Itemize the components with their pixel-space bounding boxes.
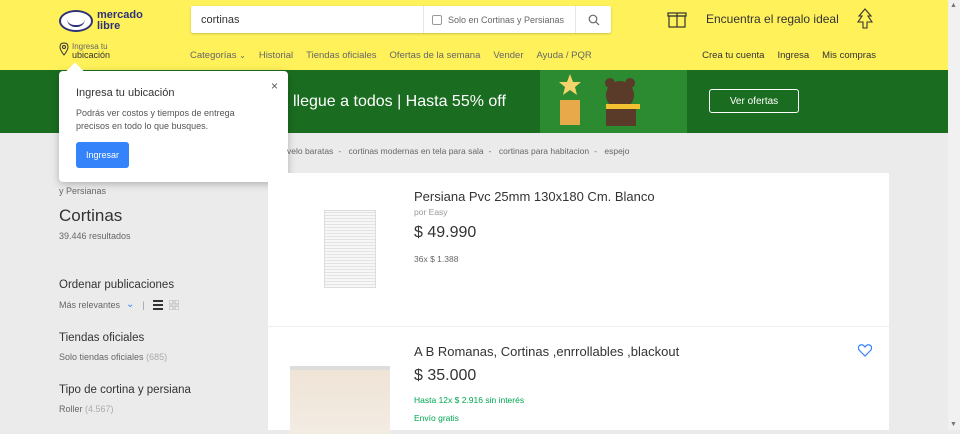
result-card[interactable]: Persiana Pvc 25mm 130x180 Cm. Blanco por… xyxy=(268,173,889,326)
location-line2: ubicación xyxy=(72,50,111,60)
promo-text[interactable]: Encuentra el regalo ideal xyxy=(706,12,839,26)
nav-categorias[interactable]: Categorías ⌄ xyxy=(190,50,246,61)
nav-vender[interactable]: Vender xyxy=(493,50,523,61)
type-filter-roller[interactable]: Roller (4.567) xyxy=(59,404,259,414)
search-filter-checkbox[interactable]: Solo en Cortinas y Persianas xyxy=(423,6,582,33)
product-installments: 36x $ 1.388 xyxy=(414,254,459,264)
free-shipping-label: Envío gratis xyxy=(414,413,459,423)
close-icon[interactable]: × xyxy=(271,79,278,93)
page-scrollbar[interactable]: ▲ ▼ xyxy=(948,0,960,430)
list-view-icon[interactable] xyxy=(152,299,163,310)
location-selector[interactable]: Ingresa tu ubicación xyxy=(59,42,110,60)
checkbox-icon[interactable] xyxy=(432,14,442,25)
nav-ayuda[interactable]: Ayuda / PQR xyxy=(537,50,592,61)
main-nav: Categorías ⌄ Historial Tiendas oficiales… xyxy=(190,50,592,61)
sort-dropdown[interactable]: Más relevantes xyxy=(59,300,120,310)
sidebar-breadcrumb[interactable]: y Persianas xyxy=(59,186,259,196)
banner-illustration xyxy=(540,70,687,133)
ingresar-button[interactable]: Ingresar xyxy=(76,142,129,168)
product-image[interactable] xyxy=(290,366,390,434)
product-title[interactable]: Persiana Pvc 25mm 130x180 Cm. Blanco xyxy=(414,189,655,204)
nav-ofertas[interactable]: Ofertas de la semana xyxy=(390,50,481,61)
page-title: Cortinas xyxy=(59,206,123,225)
search-filter-label: Solo en Cortinas y Persianas xyxy=(448,14,565,25)
sort-heading: Ordenar publicaciones xyxy=(59,279,175,291)
product-installments: Hasta 12x $ 2.916 sin interés xyxy=(414,395,525,405)
results-count: 39.446 resultados xyxy=(59,231,131,241)
chevron-down-icon: ⌄ xyxy=(239,51,246,60)
create-account-link[interactable]: Crea tu cuenta xyxy=(702,50,764,61)
official-stores-heading: Tiendas oficiales xyxy=(59,332,145,344)
user-nav: Crea tu cuenta Ingresa Mis compras xyxy=(702,50,876,61)
nav-tiendas-oficiales[interactable]: Tiendas oficiales xyxy=(306,50,376,61)
bear-gift-illustration xyxy=(559,74,640,126)
scroll-down-icon[interactable]: ▼ xyxy=(950,421,957,428)
official-stores-filter[interactable]: Solo tiendas oficiales (685) xyxy=(59,352,259,362)
sort-row: Más relevantes ⌄ | xyxy=(59,299,259,310)
related-search-item[interactable]: velo baratas xyxy=(287,146,333,156)
logo-text-line2: libre xyxy=(97,20,121,32)
scroll-up-icon[interactable]: ▲ xyxy=(950,2,957,9)
popup-body: Podrás ver costos y tiempos de entrega p… xyxy=(76,108,235,131)
chevron-down-icon[interactable]: ⌄ xyxy=(126,299,134,310)
heart-icon[interactable] xyxy=(858,344,872,357)
related-search-item[interactable]: espejo xyxy=(604,146,629,156)
christmas-tree-icon xyxy=(856,8,874,29)
gift-icon[interactable] xyxy=(667,9,687,29)
ver-ofertas-button[interactable]: Ver ofertas xyxy=(709,89,799,113)
location-pin-icon xyxy=(59,42,69,56)
search-bar: Solo en Cortinas y Persianas xyxy=(191,6,611,33)
my-purchases-link[interactable]: Mis compras xyxy=(822,50,876,61)
banner-text: llegue a todos | Hasta 55% off xyxy=(293,93,506,110)
header: mercado libre Solo en Cortinas y Persian… xyxy=(0,0,948,70)
related-search-item[interactable]: cortinas para habitacion xyxy=(499,146,589,156)
product-price: $ 35.000 xyxy=(414,367,477,384)
related-searches: velo baratas - cortinas modernas en tela … xyxy=(287,146,630,156)
product-title[interactable]: A B Romanas, Cortinas ,enrrollables ,bla… xyxy=(414,344,679,359)
product-image[interactable] xyxy=(324,210,376,288)
search-icon xyxy=(588,14,599,25)
grid-view-icon[interactable] xyxy=(168,299,179,310)
search-button[interactable] xyxy=(575,6,611,33)
filters-sidebar: y Persianas Cortinas 39.446 resultados O… xyxy=(59,186,259,414)
handshake-icon xyxy=(59,10,93,32)
results-list: Persiana Pvc 25mm 130x180 Cm. Blanco por… xyxy=(268,173,889,434)
location-popup: Ingresa tu ubicación × Podrás ver costos… xyxy=(59,71,288,182)
mercadolibre-logo[interactable]: mercado libre xyxy=(59,6,159,36)
product-price: $ 49.990 xyxy=(414,224,477,241)
nav-historial[interactable]: Historial xyxy=(259,50,293,61)
related-search-item[interactable]: cortinas modernas en tela para sala xyxy=(349,146,484,156)
popup-title: Ingresa tu ubicación xyxy=(76,87,175,99)
product-seller: por Easy xyxy=(414,207,448,217)
search-input[interactable] xyxy=(191,6,436,33)
login-link[interactable]: Ingresa xyxy=(777,50,809,61)
type-heading: Tipo de cortina y persiana xyxy=(59,384,191,396)
